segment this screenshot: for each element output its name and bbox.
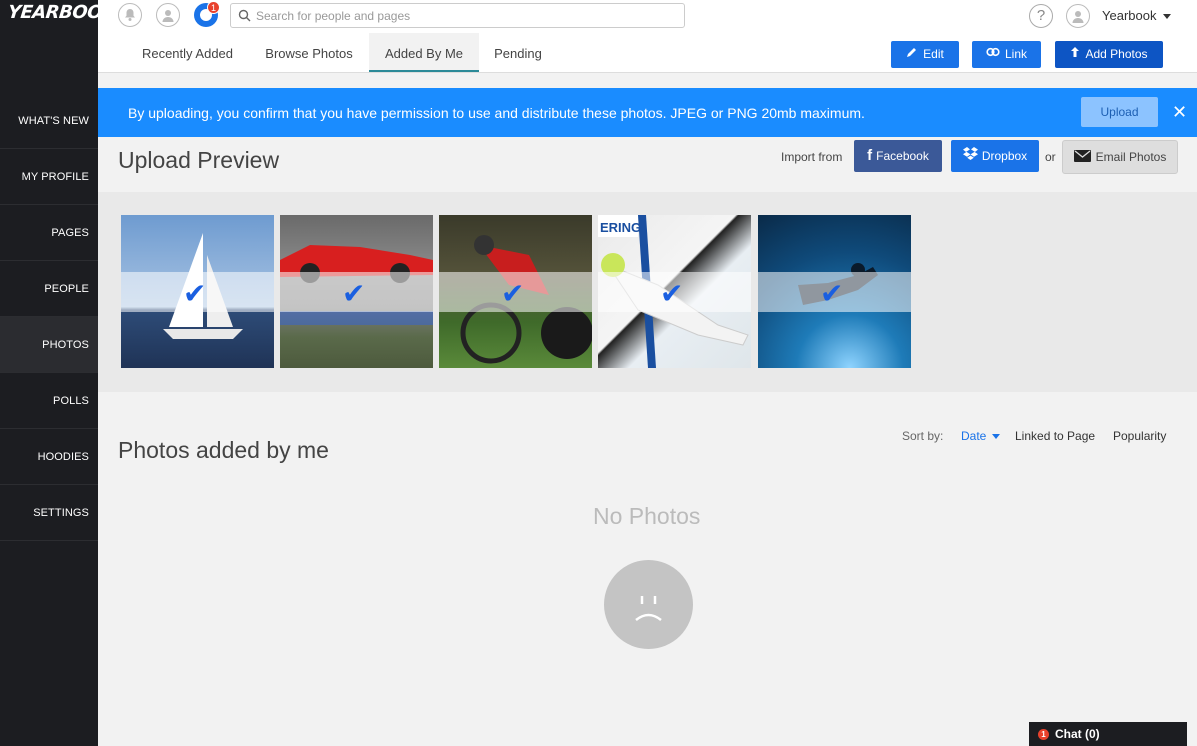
bell-icon[interactable] <box>118 3 142 27</box>
import-label: Import from <box>781 150 843 164</box>
facebook-label: Facebook <box>876 149 929 163</box>
check-icon: ✔ <box>183 278 207 309</box>
check-icon: ✔ <box>342 278 366 309</box>
email-photos-button[interactable]: Email Photos <box>1062 140 1178 174</box>
sad-face-icon <box>604 560 693 649</box>
sidebar-item-whats-new[interactable]: WHAT'S NEW <box>0 93 98 149</box>
search-icon <box>238 9 251 22</box>
facebook-import-button[interactable]: f Facebook <box>854 140 942 172</box>
user-name[interactable]: Yearbook <box>1102 8 1156 23</box>
or-text: or <box>1045 150 1056 164</box>
thumbnail-sailboat[interactable]: ✔ <box>121 215 274 368</box>
dropbox-label: Dropbox <box>981 149 1028 163</box>
tab-added-by-me[interactable]: Added By Me <box>369 33 479 72</box>
sidebar: YEARBOOK WHAT'S NEW MY PROFILE PAGES PEO… <box>0 0 117 746</box>
notification-badge: 1 <box>207 1 220 14</box>
svg-text:ERING: ERING <box>600 220 641 235</box>
sidebar-item-polls[interactable]: POLLS <box>0 373 98 429</box>
tab-pending[interactable]: Pending <box>484 33 552 72</box>
search-box[interactable] <box>230 3 685 28</box>
thumbnail-cyclist[interactable]: ✔ <box>439 215 592 368</box>
chat-bar[interactable]: 1 Chat (0) <box>1029 722 1187 746</box>
dropbox-import-button[interactable]: Dropbox <box>951 140 1039 172</box>
thumbnail-skier[interactable]: ERING ✔ <box>598 215 751 368</box>
tab-recently-added[interactable]: Recently Added <box>130 33 245 72</box>
check-icon: ✔ <box>820 278 844 309</box>
user-avatar[interactable] <box>1066 4 1090 28</box>
tab-bar: Recently Added Browse Photos Added By Me… <box>98 33 1197 73</box>
help-icon[interactable]: ? <box>1029 4 1053 28</box>
check-icon: ✔ <box>501 278 525 309</box>
sidebar-item-hoodies[interactable]: HOODIES <box>0 429 98 485</box>
thumbnail-diver[interactable]: ✔ <box>758 215 911 368</box>
sidebar-item-settings[interactable]: SETTINGS <box>0 485 98 541</box>
edit-label: Edit <box>923 47 944 61</box>
close-icon[interactable]: ✕ <box>1172 102 1187 123</box>
empty-state-text: No Photos <box>593 503 701 529</box>
photos-added-title: Photos added by me <box>118 437 329 463</box>
upload-preview-title: Upload Preview <box>118 147 280 173</box>
upload-permission-banner: By uploading, you confirm that you have … <box>98 88 1197 137</box>
sort-option-popularity[interactable]: Popularity <box>1113 429 1166 443</box>
upload-preview-strip: ✔ ✔ ✔ ERING ✔ ✔ <box>98 192 1197 392</box>
chevron-down-icon <box>991 434 1000 440</box>
chat-label: Chat (0) <box>1055 727 1100 741</box>
top-bar: 1 ? Yearbook <box>98 0 1197 33</box>
sidebar-item-photos[interactable]: PHOTOS <box>0 317 98 373</box>
sort-option-linked-to-page[interactable]: Linked to Page <box>1015 429 1095 443</box>
arrow-up-icon <box>1070 41 1080 68</box>
edit-button[interactable]: Edit <box>891 41 959 68</box>
email-photos-label: Email Photos <box>1095 150 1167 164</box>
add-photos-label: Add Photos <box>1085 47 1148 61</box>
dropbox-icon <box>962 141 978 173</box>
pencil-icon <box>906 41 918 68</box>
search-input[interactable] <box>256 6 676 25</box>
facebook-icon: f <box>867 147 873 164</box>
link-icon <box>986 41 1000 68</box>
sort-date-label: Date <box>961 429 987 443</box>
link-label: Link <box>1004 47 1027 61</box>
banner-text: By uploading, you confirm that you have … <box>128 105 865 121</box>
tab-browse-photos[interactable]: Browse Photos <box>255 33 363 72</box>
sidebar-item-my-profile[interactable]: MY PROFILE <box>0 149 98 205</box>
add-photos-button[interactable]: Add Photos <box>1055 41 1163 68</box>
thumbnail-race-car[interactable]: ✔ <box>280 215 433 368</box>
sort-option-date[interactable]: Date <box>961 429 1000 443</box>
envelope-icon <box>1073 142 1091 174</box>
upload-button[interactable]: Upload <box>1081 97 1158 127</box>
profile-icon[interactable] <box>156 3 180 27</box>
chat-badge: 1 <box>1038 729 1049 740</box>
link-button[interactable]: Link <box>972 41 1041 68</box>
sidebar-item-pages[interactable]: PAGES <box>0 205 98 261</box>
check-icon: ✔ <box>660 278 684 309</box>
sort-label: Sort by: <box>902 429 944 443</box>
chevron-down-icon[interactable] <box>1163 14 1171 19</box>
sidebar-item-people[interactable]: PEOPLE <box>0 261 98 317</box>
sidebar-nav: WHAT'S NEW MY PROFILE PAGES PEOPLE PHOTO… <box>0 93 98 541</box>
